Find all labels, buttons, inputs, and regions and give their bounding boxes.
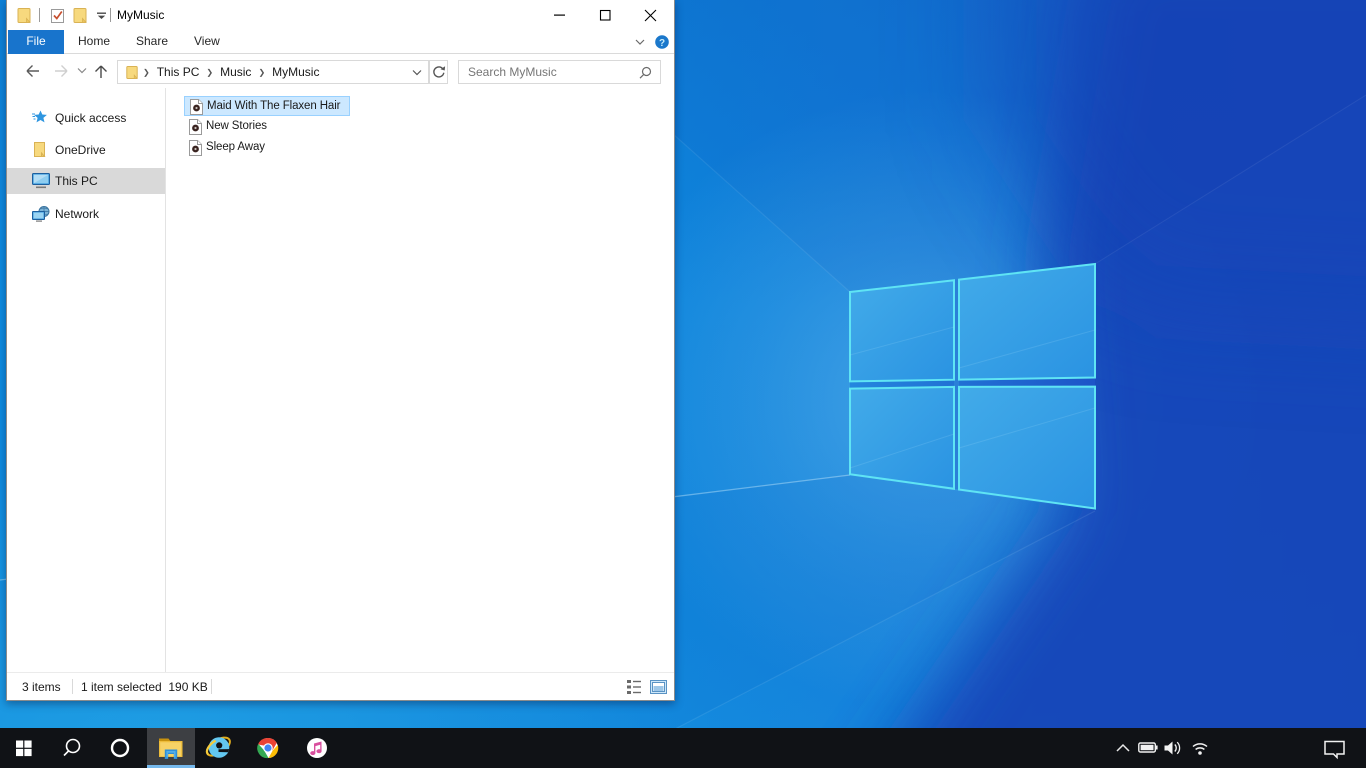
svg-text:?: ?	[659, 38, 665, 49]
